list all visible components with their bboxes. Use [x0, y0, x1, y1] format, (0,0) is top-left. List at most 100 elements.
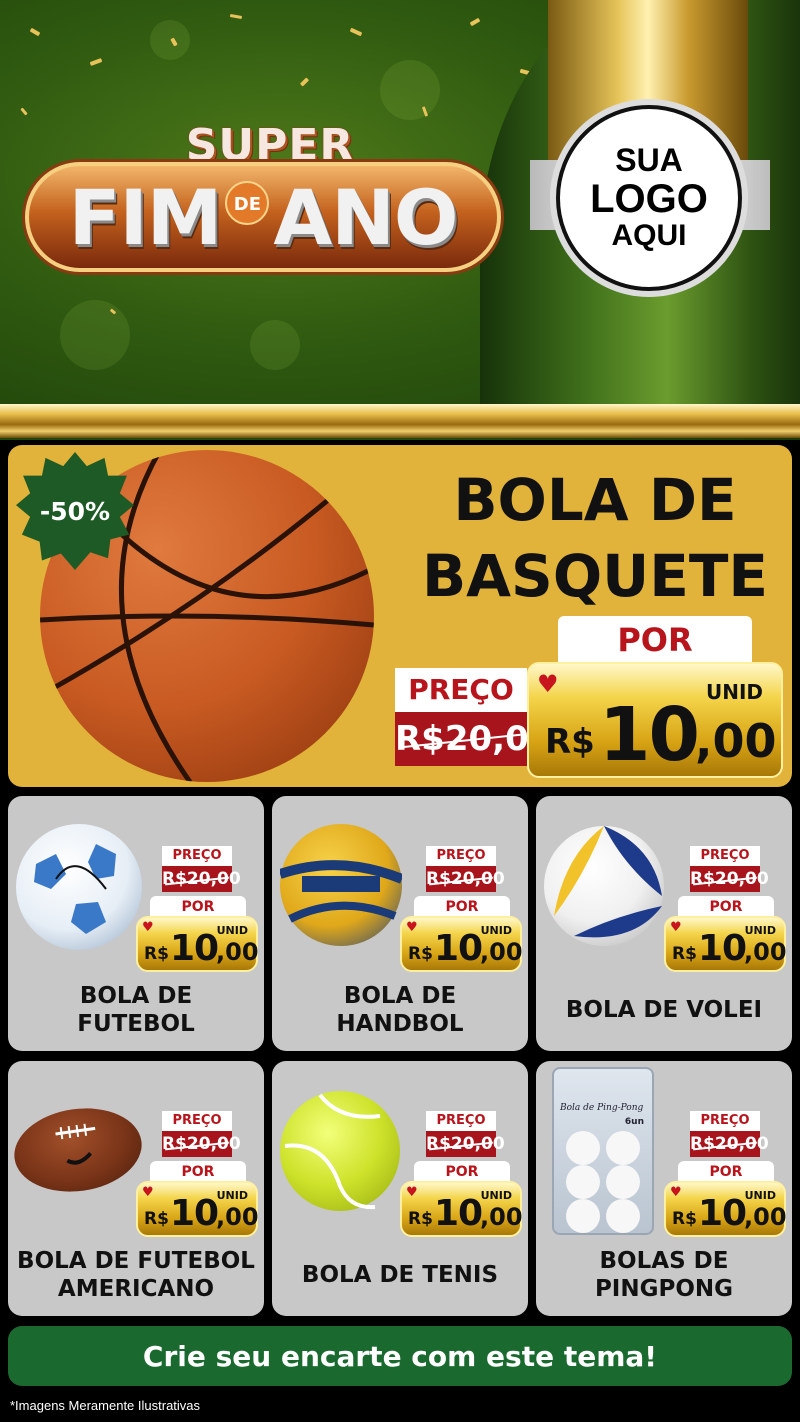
product-name-line2: FUTEBOL — [77, 1011, 195, 1037]
por-label: POR — [414, 896, 510, 918]
old-price-box: R$20,00 — [690, 1131, 769, 1157]
featured-currency: R$ — [545, 722, 595, 762]
product-name-line2: PINGPONG — [594, 1276, 734, 1302]
soccer-ball-image — [16, 824, 142, 950]
cta-label: Crie seu encarte com este tema! — [142, 1339, 658, 1373]
currency-label: R$ — [408, 944, 433, 964]
confetti — [89, 58, 103, 66]
product-name: BOLA DE TENIS — [272, 1261, 528, 1289]
unit-label: UNID — [744, 924, 776, 937]
price-dec: ,00 — [480, 938, 523, 966]
unit-label: UNID — [480, 1189, 512, 1202]
product-card-pingpong[interactable]: Bola de Ping-Pong 6un PREÇO R$20,00 POR … — [536, 1061, 792, 1316]
featured-por-label: POR — [558, 616, 752, 664]
title-ano: ANO — [273, 172, 458, 262]
currency-label: R$ — [672, 944, 697, 964]
volleyball-image — [544, 826, 664, 946]
old-price: PREÇO R$20,00 — [162, 1111, 241, 1157]
price-dec: ,00 — [480, 1203, 523, 1231]
product-card-futebol[interactable]: PREÇO R$20,00 POR ♥ UNID R$ 10 ,00 BOLA … — [8, 796, 264, 1051]
price-int: 10 — [698, 928, 747, 969]
product-card-handbol[interactable]: PREÇO R$20,00 POR ♥ UNID R$ 10 ,00 BOLA … — [272, 796, 528, 1051]
price-int: 10 — [434, 928, 483, 969]
product-name-line2: HANDBOL — [336, 1011, 464, 1037]
heart-icon: ♥ — [670, 920, 682, 935]
por-label: POR — [150, 896, 246, 918]
featured-old-price: PREÇO R$20,00 — [395, 668, 552, 766]
por-label: POR — [678, 896, 774, 918]
price-tag: ♥ UNID R$ 10 ,00 — [136, 916, 259, 972]
unit-label: UNID — [480, 924, 512, 937]
tennis-ball-image — [280, 1091, 400, 1211]
currency-label: R$ — [672, 1209, 697, 1229]
heart-icon: ♥ — [142, 920, 154, 935]
old-price-box: R$20,00 — [426, 866, 505, 892]
product-name-line1: BOLA DE FUTEBOL — [17, 1248, 255, 1274]
heart-icon: ♥ — [537, 670, 559, 698]
pingpong-ball — [566, 1131, 600, 1165]
featured-preco-label: PREÇO — [395, 668, 527, 712]
product-name: BOLA DE VOLEI — [536, 996, 792, 1024]
price-dec: ,00 — [744, 1203, 787, 1231]
price-tag: ♥ UNID R$ 10 ,00 — [664, 916, 787, 972]
product-name-line1: BOLA DE TENIS — [301, 1262, 499, 1288]
confetti — [20, 107, 28, 116]
pingpong-ball — [606, 1131, 640, 1165]
football-laces — [55, 1123, 96, 1165]
price-int: 10 — [434, 1193, 483, 1234]
product-name-line1: BOLA DE — [79, 983, 193, 1009]
title-fim: FIM — [68, 172, 223, 262]
price-tag: ♥ UNID R$ 10 ,00 — [400, 1181, 523, 1237]
soccer-ball-pattern — [34, 844, 116, 934]
price-dec: ,00 — [216, 938, 259, 966]
product-name: BOLA DE FUTEBOL — [8, 982, 264, 1038]
preco-label: PREÇO — [426, 846, 496, 866]
featured-name-line1: BOLA DE — [453, 466, 737, 534]
currency-label: R$ — [144, 1209, 169, 1229]
old-price: PREÇO R$20,00 — [690, 1111, 769, 1157]
price-dec: ,00 — [744, 938, 787, 966]
tennis-ball-seam — [284, 1093, 381, 1210]
price-int: 10 — [170, 928, 219, 969]
title-plate: FIM DE ANO — [25, 162, 501, 272]
featured-product-name: BOLA DE BASQUETE — [400, 462, 790, 614]
price-tag: ♥ UNID R$ 10 ,00 — [400, 916, 523, 972]
handball-image — [278, 824, 404, 946]
unit-label: UNID — [216, 1189, 248, 1202]
title-de-badge: DE — [225, 181, 270, 225]
preco-label: PREÇO — [690, 1111, 760, 1131]
featured-unit: UNID — [705, 680, 763, 704]
unit-label: UNID — [216, 924, 248, 937]
preco-label: PREÇO — [162, 846, 232, 866]
logo-text-line2: LOGO — [590, 177, 708, 222]
create-flyer-button[interactable]: Crie seu encarte com este tema! — [8, 1326, 792, 1386]
old-price-box: R$20,00 — [690, 866, 769, 892]
logo-placeholder[interactable]: SUA LOGO AQUI — [556, 105, 742, 291]
por-label: POR — [678, 1161, 774, 1183]
price-int: 10 — [170, 1193, 219, 1234]
pingpong-pack-image: Bola de Ping-Pong 6un — [552, 1067, 654, 1235]
product-name: BOLA DE FUTEBOL AMERICANO — [8, 1247, 264, 1303]
bokeh-light — [250, 320, 300, 370]
heart-icon: ♥ — [406, 1185, 418, 1200]
preco-label: PREÇO — [426, 1111, 496, 1131]
header-banner: SUA LOGO AQUI SUPER FIM DE ANO — [0, 0, 800, 440]
old-price-box: R$20,00 — [162, 866, 241, 892]
bokeh-light — [60, 300, 130, 370]
product-name-line1: BOLA DE VOLEI — [565, 997, 763, 1023]
product-card-futebol-americano[interactable]: PREÇO R$20,00 POR ♥ UNID R$ 10 ,00 BOLA … — [8, 1061, 264, 1316]
campaign-title: SUPER FIM DE ANO — [25, 120, 505, 290]
confetti — [349, 27, 363, 37]
product-card-volei[interactable]: PREÇO R$20,00 POR ♥ UNID R$ 10 ,00 BOLA … — [536, 796, 792, 1051]
confetti — [469, 17, 481, 27]
old-price-box: R$20,00 — [426, 1131, 505, 1157]
product-card-tenis[interactable]: PREÇO R$20,00 POR ♥ UNID R$ 10 ,00 BOLA … — [272, 1061, 528, 1316]
featured-price-dec: ,00 — [695, 714, 777, 768]
handball-pattern — [278, 860, 404, 923]
featured-price-int: 10 — [599, 692, 700, 778]
currency-label: R$ — [144, 944, 169, 964]
preco-label: PREÇO — [690, 846, 760, 866]
unit-label: UNID — [744, 1189, 776, 1202]
product-name: BOLAS DE PINGPONG — [536, 1247, 792, 1303]
pack-count: 6un — [624, 1117, 644, 1127]
